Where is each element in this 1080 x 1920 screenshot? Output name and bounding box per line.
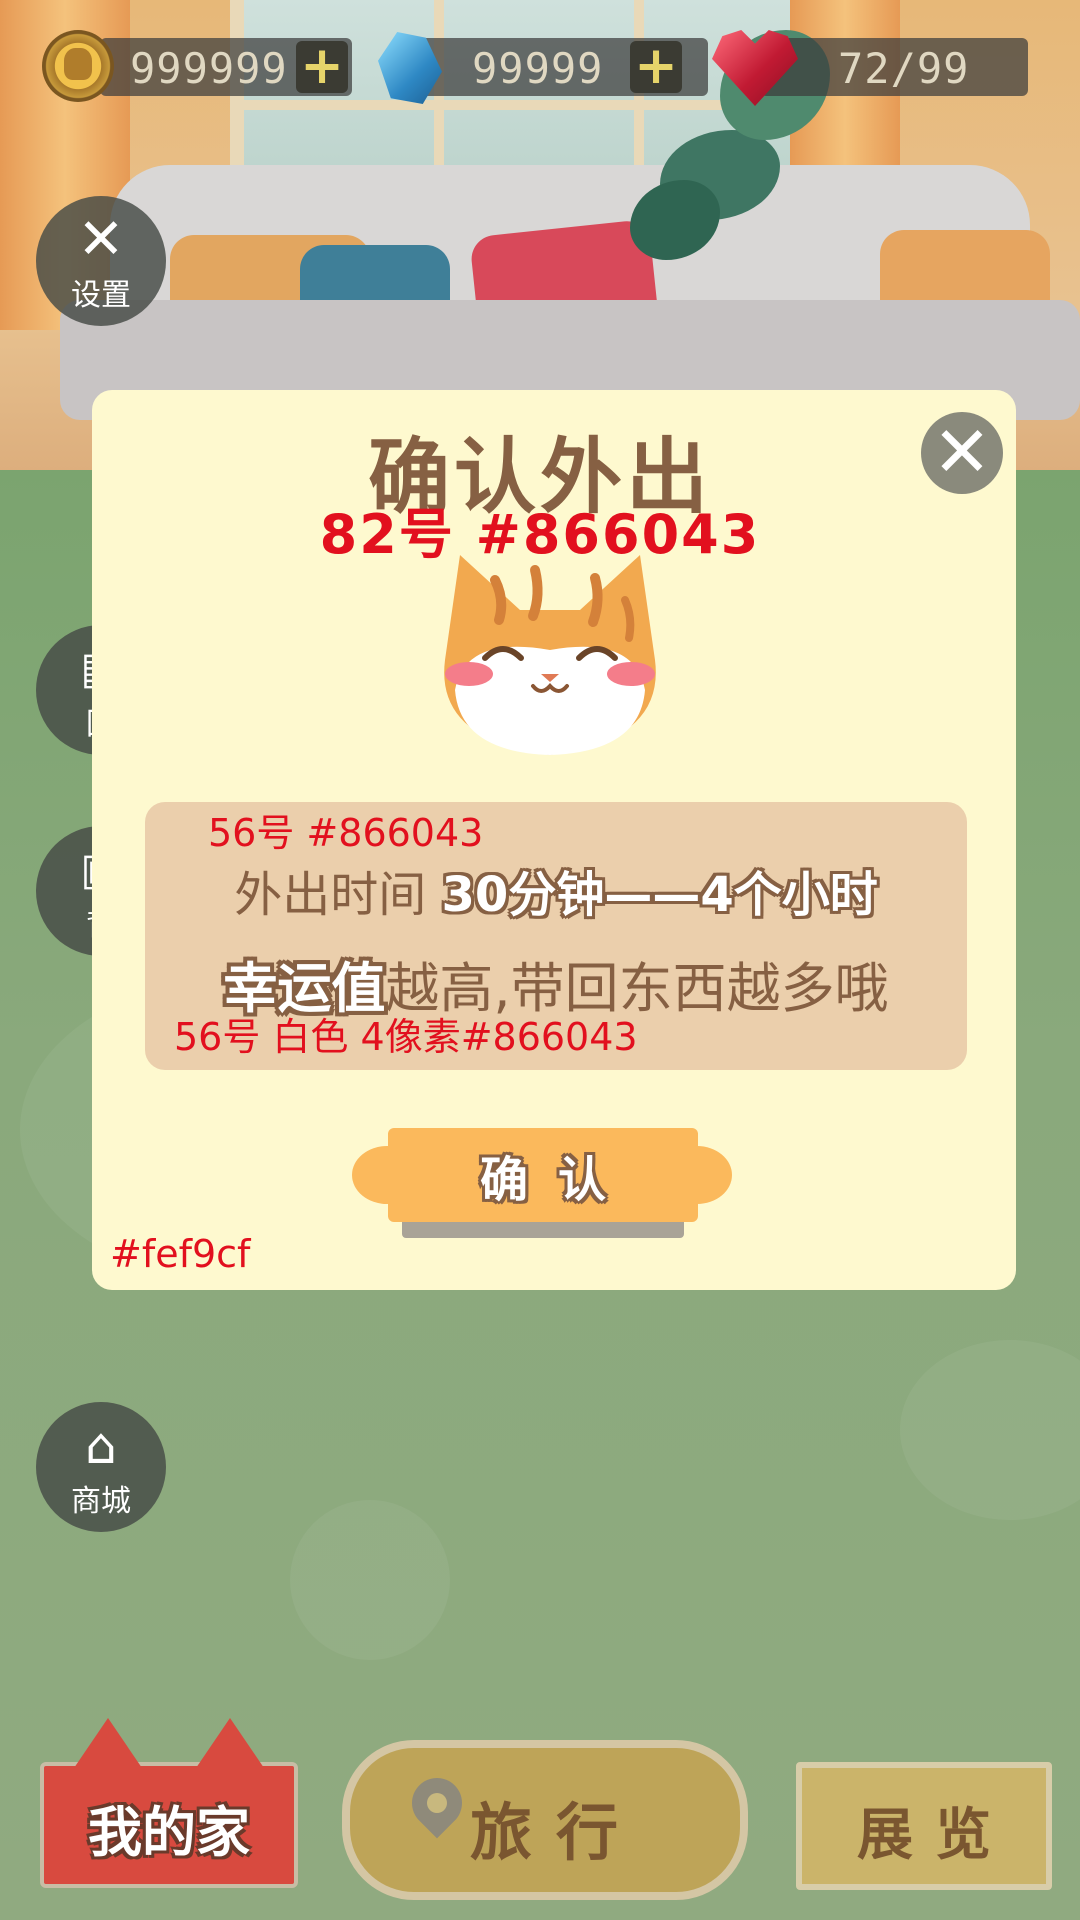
coin-counter: 999999 + bbox=[100, 38, 352, 96]
coin-icon bbox=[42, 30, 114, 102]
bg-color-annotation: #fef9cf bbox=[110, 1232, 251, 1276]
nav-home-label: 我的家 bbox=[88, 1801, 250, 1864]
confirm-button[interactable]: 确认 bbox=[352, 1128, 732, 1240]
duration-label: 外出时间 bbox=[234, 867, 442, 923]
settings-button[interactable]: ✕ 设置 bbox=[36, 196, 166, 326]
heart-value: 72/99 bbox=[838, 44, 970, 93]
gem-value: 99999 bbox=[472, 44, 604, 93]
cat-icon bbox=[444, 555, 656, 755]
nav-my-home[interactable]: 我的家 bbox=[40, 1718, 298, 1888]
nav-exhibit[interactable]: 展览 bbox=[796, 1762, 1052, 1890]
duration-value: 30分钟——4个小时 bbox=[441, 867, 878, 923]
wrench-icon: ✕ bbox=[77, 207, 125, 272]
shop-icon: ⌂ bbox=[85, 1417, 117, 1475]
line2-annotation: 56号 白色 4像素#866043 bbox=[174, 1015, 638, 1059]
shop-button[interactable]: ⌂ 商城 bbox=[36, 1402, 166, 1532]
close-button[interactable]: ✕ bbox=[921, 412, 1003, 494]
gem-counter: 99999 + bbox=[420, 38, 708, 96]
line1-annotation: 56号 #866043 bbox=[208, 811, 484, 855]
nav-travel-label: 旅行 bbox=[470, 1796, 643, 1869]
shop-label: 商城 bbox=[71, 1484, 131, 1519]
coin-value: 999999 bbox=[130, 44, 288, 93]
nav-exhibit-label: 展览 bbox=[857, 1803, 1013, 1868]
heart-counter: 72/99 bbox=[760, 38, 1028, 96]
nav-travel[interactable]: 旅行 bbox=[342, 1740, 748, 1900]
duration-text: 外出时间 30分钟——4个小时 bbox=[145, 855, 967, 925]
add-coins-button[interactable]: + bbox=[296, 40, 348, 93]
location-pin-icon bbox=[401, 1767, 473, 1839]
confirm-label: 确认 bbox=[479, 1152, 636, 1208]
add-gems-button[interactable]: + bbox=[630, 40, 682, 93]
settings-label: 设置 bbox=[71, 278, 131, 313]
